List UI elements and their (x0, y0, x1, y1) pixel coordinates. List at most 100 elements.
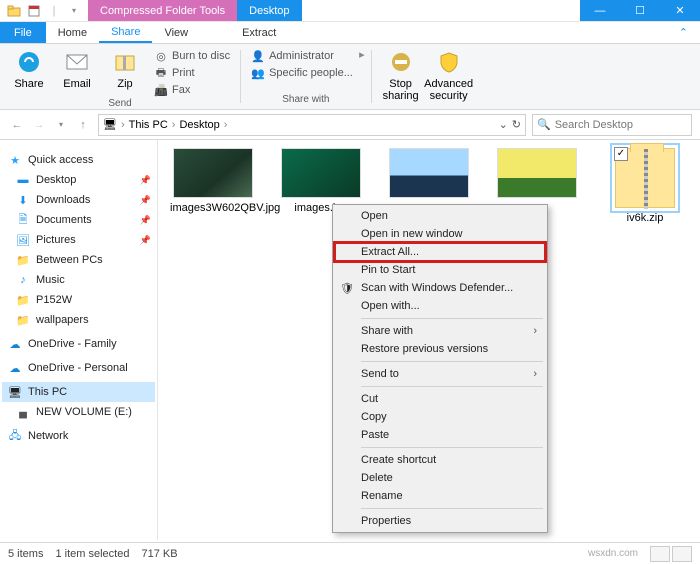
properties-icon[interactable] (26, 3, 42, 19)
ctx-cut[interactable]: Cut (335, 390, 545, 408)
pin-icon: 📌 (140, 175, 151, 186)
fax-icon: 📠 (154, 83, 168, 97)
zip-thumbnail: ✓ (615, 148, 675, 208)
home-tab[interactable]: Home (46, 22, 99, 43)
sidebar-item-volume[interactable]: ▄NEW VOLUME (E:) (2, 402, 155, 422)
ctx-open[interactable]: Open (335, 207, 545, 225)
sidebar-item-pictures[interactable]: 🖼Pictures📌 (2, 230, 155, 250)
share-label: Share (14, 78, 43, 90)
file-item[interactable] (494, 148, 580, 202)
ctx-create-shortcut[interactable]: Create shortcut (335, 451, 545, 469)
burn-button[interactable]: ◎Burn to disc (150, 48, 234, 64)
up-button[interactable]: ↑ (74, 116, 92, 134)
zip-button[interactable]: Zip (102, 46, 148, 90)
stop-sharing-button[interactable]: Stop sharing (378, 46, 424, 102)
file-tab[interactable]: File (0, 22, 46, 43)
ctx-copy[interactable]: Copy (335, 408, 545, 426)
sidebar-quick-access[interactable]: ★Quick access (2, 150, 155, 170)
chevron-right-icon[interactable]: › (172, 119, 176, 131)
sidebar-onedrive-personal[interactable]: ☁OneDrive - Personal (2, 358, 155, 378)
print-button[interactable]: 🖶Print (150, 65, 234, 81)
email-button[interactable]: Email (54, 46, 100, 90)
share-button[interactable]: Share (6, 46, 52, 90)
sidebar-this-pc[interactable]: 🖥This PC (2, 382, 155, 402)
status-bar: 5 items 1 item selected 717 KB wsxdn.com (0, 542, 700, 564)
sidebar-item-p152w[interactable]: 📁P152W (2, 290, 155, 310)
cloud-icon: ☁ (8, 337, 22, 351)
group-label-send: Send (6, 98, 234, 111)
ctx-pin-start[interactable]: Pin to Start (335, 261, 545, 279)
file-item-selected[interactable]: ✓ iv6k.zip (602, 148, 688, 225)
ctx-share-with[interactable]: Share with› (335, 322, 545, 340)
ctx-rename[interactable]: Rename (335, 487, 545, 505)
address-dropdown-icon[interactable]: ⌄ (499, 118, 508, 131)
back-button[interactable]: ← (8, 116, 26, 134)
ctx-delete[interactable]: Delete (335, 469, 545, 487)
status-selected: 1 item selected (55, 548, 129, 560)
chevron-right-icon[interactable]: › (224, 119, 228, 131)
file-item[interactable] (386, 148, 472, 202)
forward-button[interactable]: → (30, 116, 48, 134)
refresh-icon[interactable]: ↻ (512, 118, 521, 131)
drive-icon: ▄ (16, 405, 30, 419)
sidebar-item-wallpapers[interactable]: 📁wallpapers (2, 310, 155, 330)
ctx-open-with[interactable]: Open with... (335, 297, 545, 315)
sidebar-item-music[interactable]: ♪Music (2, 270, 155, 290)
ribbon-collapse-button[interactable]: ⌃ (667, 22, 700, 43)
window-title: Desktop (237, 0, 301, 21)
share-tab[interactable]: Share (99, 22, 152, 43)
specific-people-button[interactable]: 👥Specific people... (247, 65, 357, 81)
ctx-restore[interactable]: Restore previous versions (335, 340, 545, 358)
ctx-defender[interactable]: 🛡Scan with Windows Defender... (335, 279, 545, 297)
file-item[interactable]: images3W602QBV.jpg (170, 148, 256, 215)
separator (361, 447, 543, 448)
details-view-button[interactable] (650, 546, 670, 562)
contextual-tab-label: Compressed Folder Tools (88, 0, 237, 21)
minimize-button[interactable]: ― (580, 0, 620, 21)
extract-tab[interactable]: Extract (230, 22, 288, 43)
address-bar[interactable]: 🖥 › This PC › Desktop › ⌄ ↻ (98, 114, 526, 136)
sidebar-item-betweenpcs[interactable]: 📁Between PCs (2, 250, 155, 270)
sidebar-network[interactable]: 🖧Network (2, 426, 155, 446)
ctx-send-to[interactable]: Send to› (335, 365, 545, 383)
fax-button[interactable]: 📠Fax (150, 82, 234, 98)
breadcrumb-desktop[interactable]: Desktop (179, 119, 219, 131)
ctx-properties[interactable]: Properties (335, 512, 545, 530)
qat-dropdown-icon[interactable]: ▾ (66, 3, 82, 19)
view-tab[interactable]: View (152, 22, 200, 43)
ribbon-group-sharewith: 👤Administrator 👥Specific people... ▸ Sha… (247, 46, 365, 107)
breadcrumb-thispc[interactable]: This PC (129, 119, 168, 131)
shield-icon: 🛡 (340, 281, 354, 295)
desktop-icon: ▬ (16, 173, 30, 187)
folder-icon: 📁 (16, 293, 30, 307)
sidebar-item-desktop[interactable]: ▬Desktop📌 (2, 170, 155, 190)
search-input[interactable]: 🔍 Search Desktop (532, 114, 692, 136)
shield-icon (435, 48, 463, 76)
advanced-security-button[interactable]: Advanced security (426, 46, 472, 102)
nav-row: ← → ▾ ↑ 🖥 › This PC › Desktop › ⌄ ↻ 🔍 Se… (0, 110, 700, 140)
recent-dropdown[interactable]: ▾ (52, 116, 70, 134)
stop-icon (387, 48, 415, 76)
sidebar-item-downloads[interactable]: ⬇Downloads📌 (2, 190, 155, 210)
ctx-open-new-window[interactable]: Open in new window (335, 225, 545, 243)
ribbon-group-security: Stop sharing Advanced security (378, 46, 472, 107)
thumbnails-view-button[interactable] (672, 546, 692, 562)
close-button[interactable]: ✕ (660, 0, 700, 21)
sidebar-onedrive-family[interactable]: ☁OneDrive - Family (2, 334, 155, 354)
admin-button[interactable]: 👤Administrator (247, 48, 357, 64)
ribbon-tab-row: File Home Share View Extract ⌃ (0, 22, 700, 44)
separator (361, 386, 543, 387)
maximize-button[interactable]: ☐ (620, 0, 660, 21)
file-name: iv6k.zip (602, 212, 688, 225)
ctx-paste[interactable]: Paste (335, 426, 545, 444)
ctx-extract-all[interactable]: Extract All... (335, 243, 545, 261)
gallery-expand-icon[interactable]: ▸ (359, 48, 365, 61)
separator (361, 318, 543, 319)
status-item-count: 5 items (8, 548, 43, 560)
checkbox-checked-icon[interactable]: ✓ (614, 147, 628, 161)
sidebar-item-documents[interactable]: 🗎Documents📌 (2, 210, 155, 230)
folder-icon (6, 3, 22, 19)
disc-icon: ◎ (154, 49, 168, 63)
pin-icon: 📌 (140, 235, 151, 246)
chevron-right-icon[interactable]: › (121, 119, 125, 131)
